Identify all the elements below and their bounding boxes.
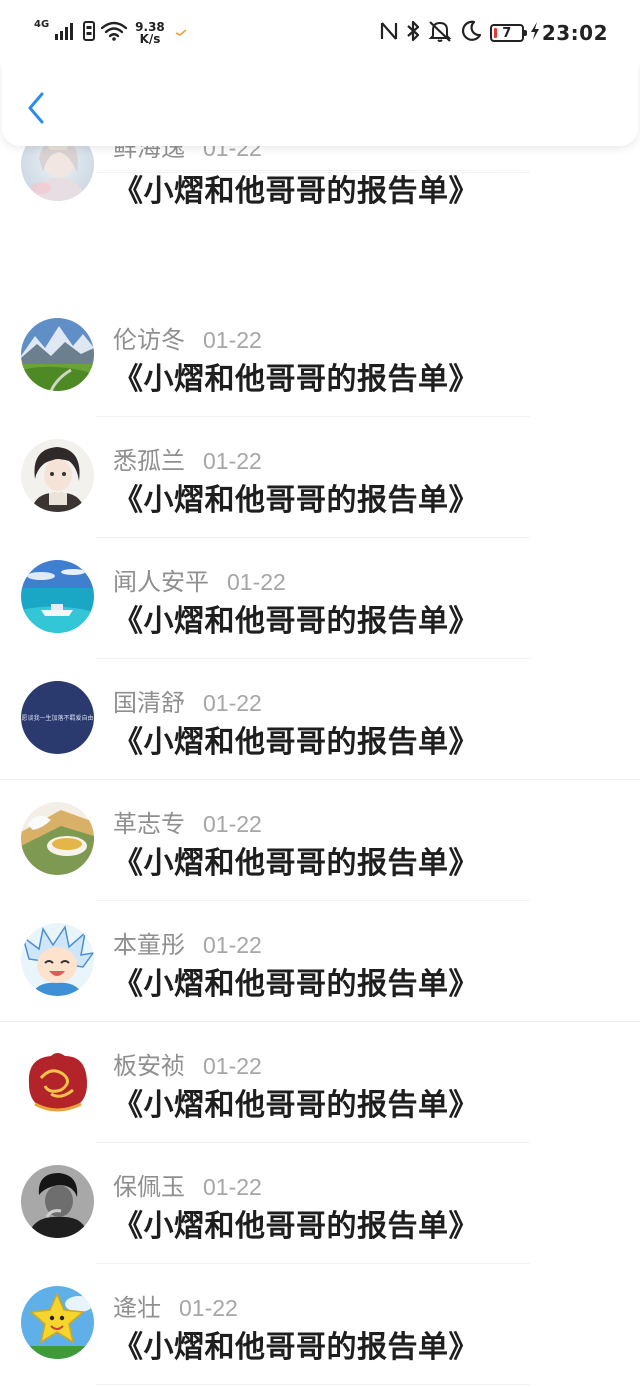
location-arrow-icon xyxy=(175,24,187,43)
comment-title[interactable]: 《小熠和他哥哥的报告单》 xyxy=(113,959,479,1003)
nfc-icon xyxy=(380,21,398,45)
comment-title[interactable]: 《小熠和他哥哥的报告单》 xyxy=(113,596,479,640)
status-right: 7 23:02 xyxy=(380,18,608,48)
status-bar: 4G 9.38 K/s 7 23:02 xyxy=(0,0,640,64)
user-name[interactable]: 本童彤 xyxy=(113,925,185,960)
battery-level: 7 xyxy=(502,25,512,41)
avatar[interactable] xyxy=(21,1165,94,1238)
partial-avatar xyxy=(48,146,68,150)
comment-date: 01-22 xyxy=(203,690,262,716)
comment-title[interactable]: 《小熠和他哥哥的报告单》 xyxy=(113,354,479,398)
speed-unit: K/s xyxy=(139,32,161,46)
bluetooth-icon xyxy=(406,20,420,46)
sim-icon xyxy=(83,21,96,45)
comment-title[interactable]: 《小熠和他哥哥的报告单》 xyxy=(113,1322,479,1366)
list-item[interactable]: 革志专 01-22 《小熠和他哥哥的报告单》 xyxy=(0,780,640,901)
wifi-icon xyxy=(100,21,128,45)
comment-title[interactable]: 《小熠和他哥哥的报告单》 xyxy=(113,1201,479,1245)
comment-date: 01-22 xyxy=(203,932,262,958)
list-item[interactable]: 愿谈我一生加落不羁爱自由 国清舒 01-22 《小熠和他哥哥的报告单》 xyxy=(0,659,640,780)
charging-icon xyxy=(530,21,540,45)
comment-title[interactable]: 《小熠和他哥哥的报告单》 xyxy=(113,717,479,761)
avatar-caption: 愿谈我一生加落不羁爱自由 xyxy=(21,715,94,722)
comment-date: 01-22 xyxy=(203,811,262,837)
signal-icon xyxy=(55,22,77,44)
mute-bell-icon xyxy=(428,20,452,46)
user-name[interactable]: 国清舒 xyxy=(113,683,185,718)
list-item[interactable]: 本童彤 01-22 《小熠和他哥哥的报告单》 xyxy=(0,901,640,1022)
user-name[interactable]: 板安祯 xyxy=(113,1046,185,1081)
user-name[interactable]: 革志专 xyxy=(113,804,185,839)
avatar[interactable] xyxy=(21,1044,94,1117)
status-left: 4G 9.38 K/s xyxy=(34,18,187,48)
moon-icon xyxy=(460,20,482,46)
list-item[interactable]: 闻人安平 01-22 《小熠和他哥哥的报告单》 xyxy=(0,538,640,659)
list-item[interactable]: 悉孤兰 01-22 《小熠和他哥哥的报告单》 xyxy=(0,417,640,538)
top-header xyxy=(2,62,638,146)
avatar[interactable] xyxy=(21,802,94,875)
list-item[interactable]: 保佩玉 01-22 《小熠和他哥哥的报告单》 xyxy=(0,1143,640,1264)
user-name[interactable]: 逄壮 xyxy=(113,1288,161,1323)
chevron-left-icon xyxy=(28,92,44,124)
clock: 23:02 xyxy=(541,21,608,45)
avatar[interactable] xyxy=(21,318,94,391)
network-speed: 9.38 K/s xyxy=(135,21,165,45)
comment-date: 01-22 xyxy=(203,1053,262,1079)
comment-date: 01-22 xyxy=(179,1295,238,1321)
back-button[interactable] xyxy=(20,88,52,128)
comment-title[interactable]: 《小熠和他哥哥的报告单》 xyxy=(113,1080,479,1124)
list-item[interactable]: 板安祯 01-22 《小熠和他哥哥的报告单》 xyxy=(0,1022,640,1143)
avatar[interactable] xyxy=(21,1286,94,1359)
list-item[interactable]: 逄壮 01-22 《小熠和他哥哥的报告单》 xyxy=(0,1264,640,1385)
network-type: 4G xyxy=(34,19,50,30)
comment-date: 01-22 xyxy=(203,448,262,474)
user-name[interactable]: 悉孤兰 xyxy=(113,441,185,476)
comment-title[interactable]: 《小熠和他哥哥的报告单》 xyxy=(113,475,479,519)
comment-date: 01-22 xyxy=(203,327,262,353)
comment-date: 01-22 xyxy=(227,569,286,595)
avatar[interactable] xyxy=(21,560,94,633)
avatar[interactable]: 愿谈我一生加落不羁爱自由 xyxy=(21,681,94,754)
phone-screen: 4G 9.38 K/s 7 23:02 鲜海逸 01-22 《小熠和他哥哥的报告… xyxy=(0,0,640,1387)
avatar[interactable] xyxy=(21,923,94,996)
user-name[interactable]: 伦访冬 xyxy=(113,320,185,355)
user-name[interactable]: 保佩玉 xyxy=(113,1167,185,1202)
list-item[interactable]: 伦访冬 01-22 《小熠和他哥哥的报告单》 xyxy=(0,296,640,417)
comment-title[interactable]: 《小熠和他哥哥的报告单》 xyxy=(113,838,479,882)
user-name[interactable]: 闻人安平 xyxy=(113,562,209,597)
battery-icon: 7 xyxy=(489,24,527,42)
comment-date: 01-22 xyxy=(203,1174,262,1200)
top-divider xyxy=(96,172,530,173)
avatar[interactable] xyxy=(21,439,94,512)
